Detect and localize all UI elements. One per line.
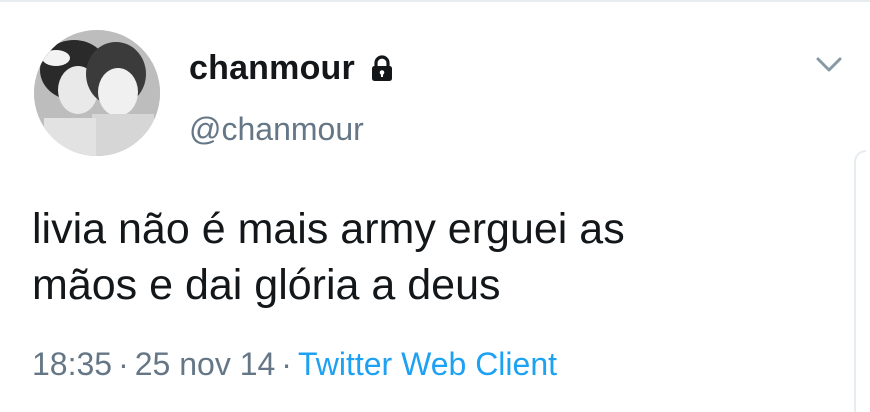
lock-icon xyxy=(367,53,397,83)
tweet-text-line: livia não é mais army erguei as xyxy=(32,205,625,253)
tweet-time[interactable]: 18:35 xyxy=(32,346,112,382)
user-name-row: chanmour xyxy=(189,48,397,88)
tweet-text-line: mãos e dai glória a deus xyxy=(32,261,501,309)
separator: · xyxy=(118,346,129,382)
tweet-metadata: 18:35 · 25 nov 14 · Twitter Web Client xyxy=(32,346,557,383)
separator: · xyxy=(281,346,292,382)
avatar[interactable] xyxy=(34,30,160,156)
tweet-text: livia não é mais army erguei as mãos e d… xyxy=(32,201,812,313)
tweet-source-link[interactable]: Twitter Web Client xyxy=(298,346,557,382)
adjacent-card-edge xyxy=(854,150,866,412)
chevron-down-icon[interactable] xyxy=(814,54,844,76)
top-divider xyxy=(0,0,870,2)
user-handle[interactable]: @chanmour xyxy=(189,111,364,148)
display-name[interactable]: chanmour xyxy=(189,49,355,88)
tweet-date[interactable]: 25 nov 14 xyxy=(135,346,276,382)
